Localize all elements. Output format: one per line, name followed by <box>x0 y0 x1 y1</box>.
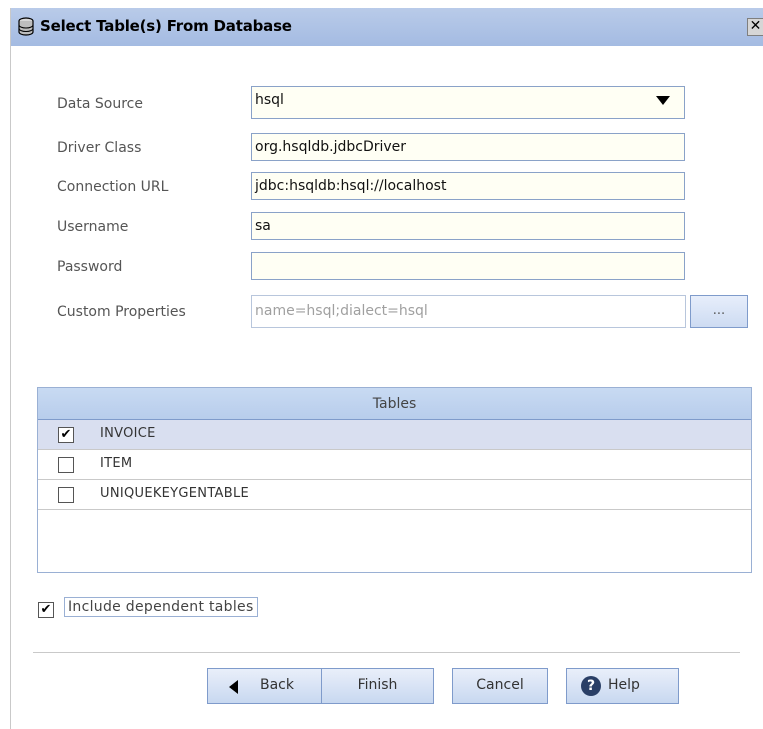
custom-properties-field[interactable]: name=hsql;dialect=hsql <box>251 295 686 328</box>
data-source-label: Data Source <box>57 96 143 112</box>
include-dependent-label[interactable]: Include dependent tables <box>64 597 258 617</box>
help-button[interactable]: ? Help <box>566 668 679 704</box>
tables-list: Tables ✔ INVOICE ITEM UNIQUEKEYGENTABLE <box>37 387 752 573</box>
password-label: Password <box>57 259 123 275</box>
checkbox-uniquekeygentable[interactable] <box>58 487 74 503</box>
table-name: INVOICE <box>100 426 156 441</box>
checkbox-item[interactable] <box>58 457 74 473</box>
back-button[interactable]: Back <box>207 668 322 704</box>
tables-header[interactable]: Tables <box>38 388 751 420</box>
finish-button[interactable]: Finish <box>321 668 434 704</box>
table-row[interactable]: ✔ INVOICE <box>38 420 751 450</box>
table-row[interactable]: ITEM <box>38 450 751 480</box>
window-title: Select Table(s) From Database <box>40 17 292 35</box>
close-icon: ✕ <box>749 18 762 34</box>
connection-url-label: Connection URL <box>57 179 169 195</box>
custom-properties-label: Custom Properties <box>57 304 186 320</box>
include-dependent-checkbox[interactable]: ✔ <box>38 602 54 618</box>
help-icon: ? <box>581 676 601 696</box>
driver-class-field[interactable]: org.hsqldb.jdbcDriver <box>251 133 685 161</box>
table-name: ITEM <box>100 456 133 471</box>
back-arrow-icon <box>229 680 238 694</box>
username-field[interactable]: sa <box>251 212 685 240</box>
username-label: Username <box>57 219 129 235</box>
help-label: Help <box>608 677 640 693</box>
table-name: UNIQUEKEYGENTABLE <box>100 486 250 501</box>
separator <box>33 652 740 653</box>
close-button[interactable]: ✕ <box>747 18 763 36</box>
table-row[interactable]: UNIQUEKEYGENTABLE <box>38 480 751 510</box>
driver-class-label: Driver Class <box>57 140 142 156</box>
chevron-down-icon[interactable] <box>656 96 670 105</box>
database-icon <box>18 17 34 36</box>
checkbox-invoice[interactable]: ✔ <box>58 427 74 443</box>
data-source-value: hsql <box>255 92 284 108</box>
custom-properties-browse-button[interactable]: ... <box>690 295 748 328</box>
cancel-button[interactable]: Cancel <box>452 668 548 704</box>
data-source-select[interactable]: hsql <box>251 86 685 119</box>
select-tables-dialog: Select Table(s) From Database ✕ Data Sou… <box>10 8 763 729</box>
password-field[interactable] <box>251 252 685 280</box>
connection-url-field[interactable]: jdbc:hsqldb:hsql://localhost <box>251 172 685 200</box>
back-label: Back <box>260 677 294 693</box>
title-bar[interactable]: Select Table(s) From Database ✕ <box>11 8 763 46</box>
